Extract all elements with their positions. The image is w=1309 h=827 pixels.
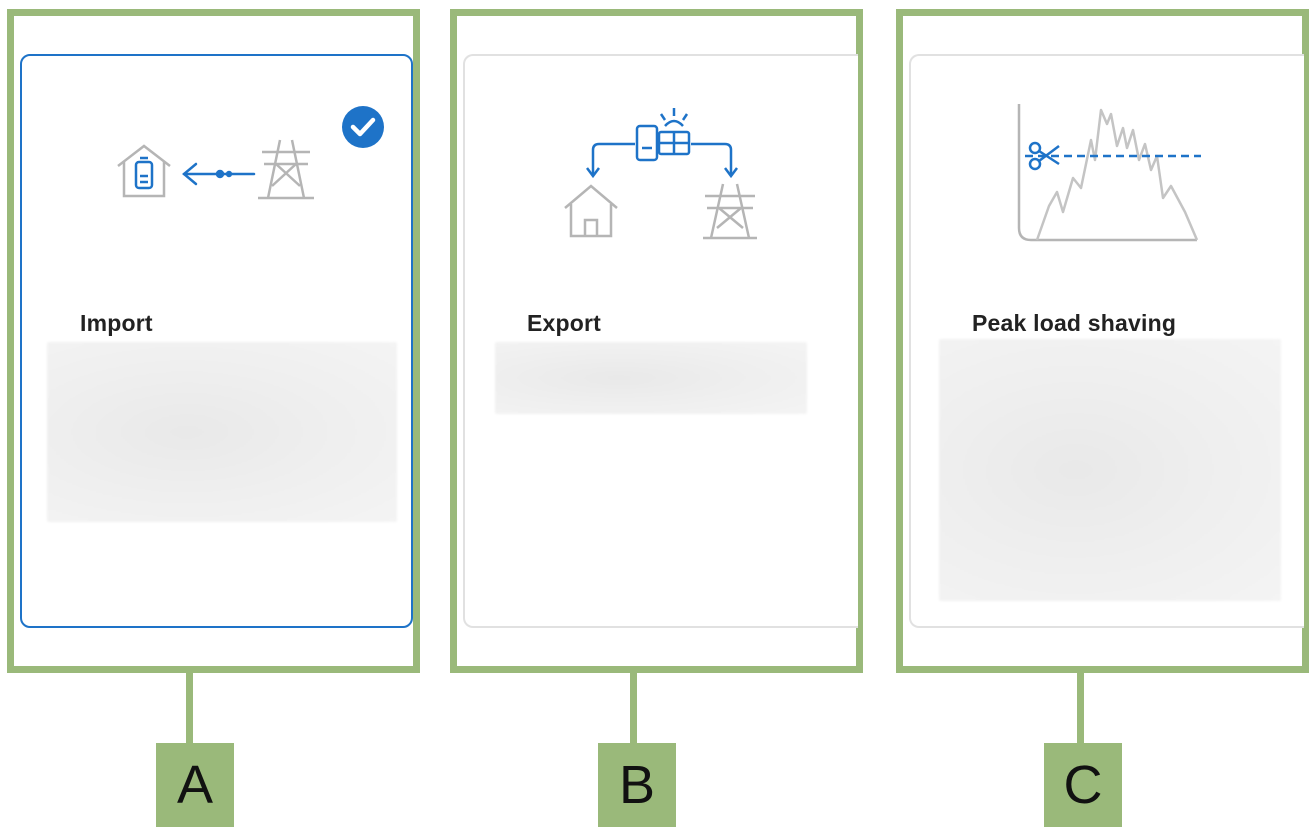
battery-solar-icon — [586, 108, 738, 179]
card-title-peak-load-shaving: Peak load shaving — [972, 310, 1177, 336]
export-illustration-icon — [564, 108, 757, 240]
peak-load-shaving-card[interactable]: Peak load shaving — [909, 54, 1304, 628]
connector-b — [630, 673, 637, 743]
import-card[interactable]: Import — [20, 54, 413, 628]
blurred-description — [495, 342, 807, 414]
connector-a — [186, 673, 193, 743]
load-curve-icon — [1035, 108, 1199, 241]
power-tower-icon — [258, 139, 314, 200]
option-frame-b: Export — [450, 9, 863, 673]
power-tower-icon — [703, 183, 757, 240]
blurred-description — [939, 339, 1281, 601]
option-frame-a: Import — [7, 9, 420, 673]
card-title-import: Import — [80, 310, 153, 336]
option-frame-c: Peak load shaving — [896, 9, 1309, 673]
export-card[interactable]: Export — [463, 54, 858, 628]
arrow-left-icon — [182, 162, 256, 186]
label-c: C — [1044, 743, 1122, 827]
label-a: A — [156, 743, 234, 827]
import-illustration-icon — [117, 139, 314, 200]
selected-checkmark-icon — [342, 106, 384, 148]
house-icon — [564, 184, 618, 238]
label-b: B — [598, 743, 676, 827]
peak-shaving-illustration-icon — [1017, 104, 1201, 242]
blurred-description — [47, 342, 397, 522]
connector-c — [1077, 673, 1084, 743]
card-title-export: Export — [527, 310, 602, 336]
